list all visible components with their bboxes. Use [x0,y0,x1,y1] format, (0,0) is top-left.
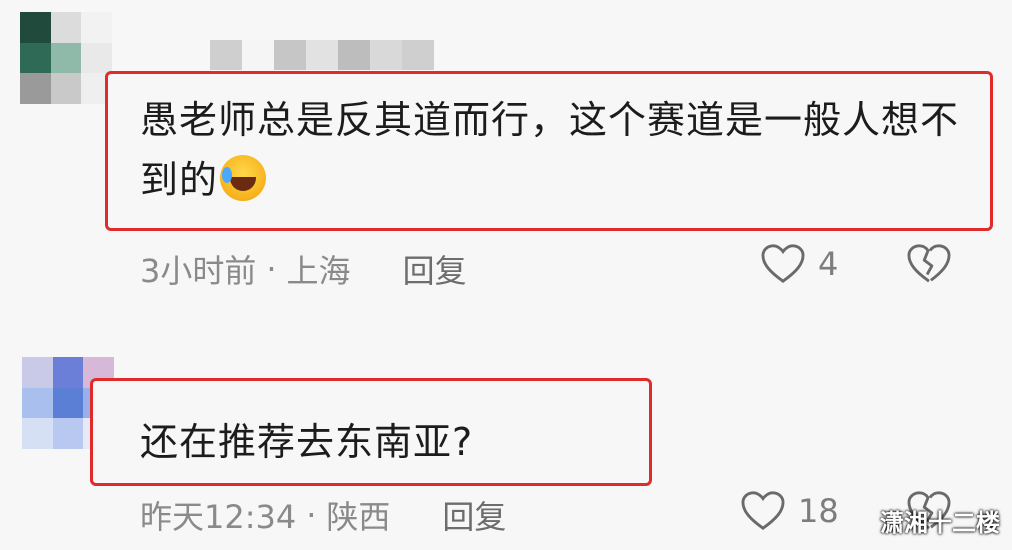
comment-time: 昨天12:34 [140,498,297,536]
avatar-pixel [20,42,51,74]
comment-time: 3小时前 [140,252,257,290]
comment-location: 陕西 [326,498,391,536]
heart-outline-icon [741,491,785,530]
avatar[interactable] [20,12,112,104]
comment-meta: 3小时前 · 上海 回复 [140,246,467,292]
avatar-pixel [20,73,51,104]
heart-outline-icon [761,244,805,283]
username-pixel [402,40,434,70]
comment-location: 上海 [286,252,351,290]
username-pixel [370,40,402,70]
dislike-button[interactable] [906,243,952,289]
avatar-pixel [22,387,53,419]
avatar-pixel [50,12,82,43]
username-pixel [338,40,370,70]
username-blurred[interactable] [210,40,434,70]
reply-button[interactable]: 回复 [403,246,467,292]
comment-item: 愚老师总是反其道而行，这个赛道是一般人想不到的 3小时前 · 上海 回复 4 [0,0,1012,300]
comment-meta: 昨天12:34 · 陕西 回复 [140,492,506,538]
broken-heart-icon [907,244,951,283]
meta-separator: · [306,496,317,534]
avatar-pixel [81,12,112,43]
reply-button[interactable]: 回复 [442,492,506,538]
avatar-pixel [52,357,84,388]
username-pixel [210,40,242,70]
comment-text: 还在推荐去东南亚? [140,420,474,464]
avatar-pixel [81,42,112,74]
comment-text: 愚老师总是反其道而行，这个赛道是一般人想不到的 [140,90,960,210]
avatar-pixel [22,418,53,449]
watermark: 潇湘十二楼 [880,509,1000,537]
like-button[interactable]: 4 [760,243,838,285]
avatar-pixel [50,73,82,104]
avatar-pixel [52,387,84,419]
avatar-pixel [52,418,84,449]
username-pixel [274,40,306,70]
avatar-pixel [20,12,51,43]
avatar-pixel [22,357,53,388]
like-button[interactable]: 18 [740,490,839,532]
username-pixel [242,40,274,70]
rofl-emoji-icon [220,155,267,201]
username-pixel [306,40,338,70]
like-count: 4 [818,245,839,283]
avatar-pixel [50,42,82,74]
meta-separator: · [266,250,277,288]
like-count: 18 [798,492,839,530]
